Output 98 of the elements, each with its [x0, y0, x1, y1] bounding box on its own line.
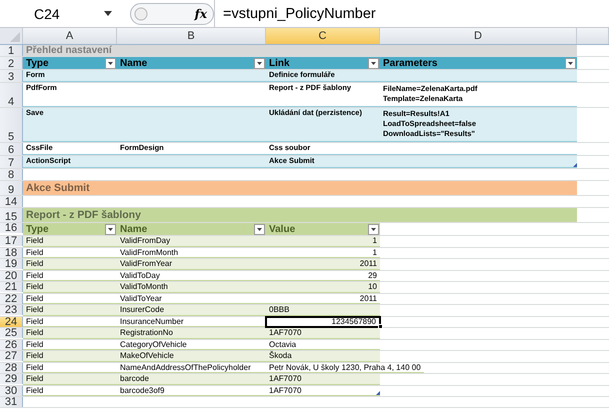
row-header[interactable]: 22 — [0, 294, 23, 304]
table-cell: ValidToMonth — [117, 282, 266, 292]
heading-text: Name — [120, 224, 148, 234]
row-header[interactable]: 4 — [0, 83, 23, 107]
table-cell: Field — [23, 236, 117, 246]
table-cell: 29 — [266, 270, 380, 281]
row-header[interactable]: 3 — [0, 70, 23, 82]
formula-field[interactable]: =vstupni_PolicyNumber — [214, 0, 609, 27]
row-header[interactable]: 30 — [0, 386, 23, 396]
table-cell: barcode — [117, 374, 266, 384]
table-cell: Škoda — [266, 351, 380, 362]
table-cell: 0BBB — [266, 305, 380, 316]
filter-dropdown-icon[interactable] — [565, 58, 576, 68]
column-header[interactable]: A — [23, 28, 117, 44]
fill-handle[interactable] — [378, 324, 383, 329]
active-cell[interactable]: 1234567890 — [266, 316, 380, 327]
row-header[interactable]: 20 — [0, 270, 23, 280]
column-header[interactable]: D — [380, 28, 577, 44]
table-cell: Petr Novák, U školy 1230, Praha 4, 140 00 — [266, 362, 424, 373]
column-header[interactable]: B — [117, 28, 266, 44]
insert-function-button[interactable]: fx — [194, 6, 207, 20]
table-cell: Field — [23, 294, 117, 304]
sheet-title: Přehled nastavení — [23, 45, 577, 56]
table-cell: Field — [23, 316, 117, 327]
table-cell: MakeOfVehicle — [117, 351, 266, 362]
table-cell: Field — [23, 270, 117, 281]
column-header[interactable]: C — [266, 28, 380, 44]
resize-handle-icon[interactable] — [376, 391, 380, 395]
row-header[interactable]: 31 — [0, 397, 23, 407]
heading-text: Link — [269, 58, 290, 68]
row-header[interactable]: 29 — [0, 374, 23, 384]
heading-text: Value — [269, 224, 296, 234]
table-cell: ValidFromMonth — [117, 248, 266, 258]
row-header[interactable]: 2 — [0, 57, 23, 69]
row-header[interactable]: 27 — [0, 351, 23, 361]
splitter-handle-icon[interactable] — [134, 6, 148, 20]
row-header[interactable]: 14 — [0, 196, 23, 207]
row-header[interactable]: 18 — [0, 248, 23, 258]
table-cell: 1AF7070 — [266, 386, 380, 396]
heading-text: Type — [26, 224, 49, 234]
filter-dropdown-icon[interactable] — [105, 224, 116, 234]
heading-text: Type — [26, 58, 49, 68]
row-header[interactable]: 16 — [0, 223, 23, 233]
table-cell: 1AF7070 — [266, 374, 380, 384]
table-cell: ValidToDay — [117, 270, 266, 281]
table-cell: 2011 — [266, 294, 380, 304]
table-cell: Field — [23, 248, 117, 258]
table-cell: 2011 — [266, 259, 380, 270]
row-header[interactable]: 5 — [0, 108, 23, 142]
row-header[interactable]: 7 — [0, 156, 23, 168]
dropdown-icon[interactable] — [104, 11, 112, 16]
table-cell: Field — [23, 259, 117, 270]
table-cell: Field — [23, 282, 117, 292]
filter-dropdown-icon[interactable] — [105, 58, 116, 68]
heading-text: Parameters — [383, 58, 438, 68]
table-cell: NameAndAddressOfThePolicyholder — [117, 362, 266, 373]
table-cell: ValidFromYear — [117, 259, 266, 270]
row-header[interactable]: 6 — [0, 143, 23, 155]
table-cell: Field — [23, 374, 117, 384]
filter-dropdown-icon[interactable] — [254, 58, 265, 68]
table-cell: Octavia — [266, 340, 380, 350]
table-cell: 1 — [266, 248, 380, 258]
filter-dropdown-icon[interactable] — [254, 224, 265, 234]
row-header[interactable]: 8 — [0, 169, 23, 180]
row-header[interactable]: 26 — [0, 340, 23, 350]
resize-handle-icon[interactable] — [573, 163, 577, 167]
table-cell: 1 — [266, 236, 380, 246]
row-header[interactable]: 24 — [0, 316, 23, 326]
filter-dropdown-icon[interactable] — [368, 58, 379, 68]
section-title: Akce Submit — [23, 181, 577, 195]
row-header[interactable]: 1 — [0, 45, 23, 56]
row-header[interactable]: 21 — [0, 282, 23, 292]
table-cell: Field — [23, 362, 117, 373]
row-header[interactable]: 25 — [0, 328, 23, 338]
name-box[interactable]: C24 — [0, 2, 120, 24]
table-cell: Field — [23, 340, 117, 350]
row-header[interactable]: 28 — [0, 362, 23, 372]
table-cell: Field — [23, 305, 117, 316]
section-title: Report - z PDF šablony — [23, 208, 577, 222]
table-cell: 10 — [266, 282, 380, 292]
table-cell: Field — [23, 386, 117, 396]
table-cell: CategoryOfVehicle — [117, 340, 266, 350]
filter-dropdown-icon[interactable] — [368, 224, 379, 234]
row-header[interactable]: 23 — [0, 305, 23, 315]
table-cell: 1AF7070 — [266, 328, 380, 338]
row-header[interactable]: 15 — [0, 208, 23, 222]
table-cell: InsuranceNumber — [117, 316, 266, 327]
row-header[interactable]: 9 — [0, 181, 23, 195]
table-cell: ValidFromDay — [117, 236, 266, 246]
table-cell: Field — [23, 328, 117, 338]
row-header[interactable]: 19 — [0, 259, 23, 269]
table-cell: Field — [23, 351, 117, 362]
table-cell: ValidToYear — [117, 294, 266, 304]
table-cell: InsurerCode — [117, 305, 266, 316]
row-header[interactable]: 17 — [0, 236, 23, 246]
table-cell: barcode3of9 — [117, 386, 266, 396]
heading-text: Name — [120, 58, 148, 68]
table-cell: RegistrationNo — [117, 328, 266, 338]
